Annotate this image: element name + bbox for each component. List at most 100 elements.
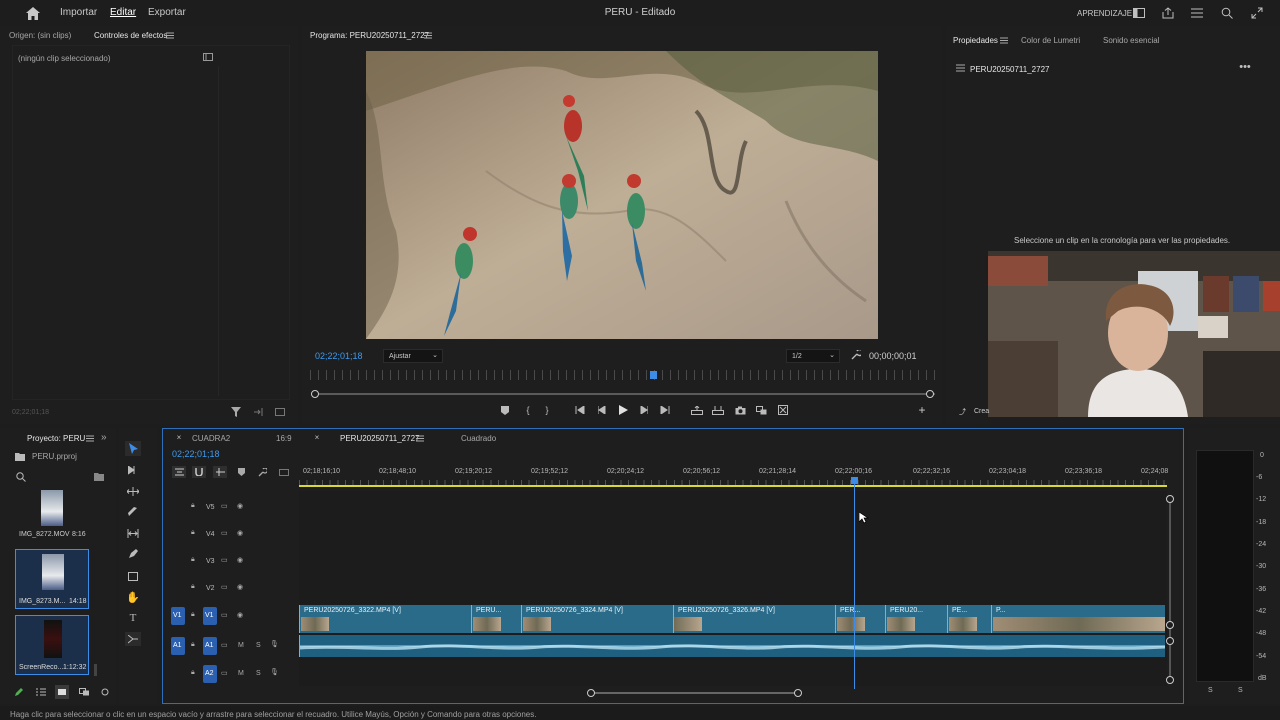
project-search-icon[interactable] [15, 471, 27, 483]
sequence-menu-icon[interactable] [415, 433, 425, 443]
horizontal-scrollbar[interactable] [591, 692, 799, 694]
add-marker-icon[interactable] [236, 467, 246, 477]
eye-icon[interactable]: ◉ [237, 556, 243, 564]
more-panels-icon[interactable]: » [101, 432, 107, 443]
tab-properties[interactable]: Propiedades [953, 36, 998, 45]
project-item-1[interactable]: IMG_8273.M... 14:18 [15, 549, 89, 609]
settings-icon[interactable] [776, 404, 790, 416]
clip-3322[interactable]: PERU20250726_3322.MP4 [V] [299, 605, 471, 633]
clip-3326[interactable]: PERU20250726_3326.MP4 [V] [673, 605, 835, 633]
hscroll-handle-left[interactable] [587, 689, 595, 697]
sync-icon[interactable]: ▭ [221, 556, 228, 564]
hand-tool-icon[interactable]: ✋ [125, 590, 141, 604]
video-frame[interactable] [366, 51, 878, 339]
timeline-playhead[interactable] [854, 479, 855, 689]
sync-icon[interactable]: ▭ [221, 611, 228, 619]
microphone-icon[interactable]: 🎙︎ [270, 640, 279, 648]
nest-icon[interactable] [172, 466, 186, 478]
wrench-icon[interactable] [850, 349, 862, 361]
panel-layout-icon[interactable] [1132, 6, 1146, 20]
tab-active-sequence[interactable]: PERU20250711_2727 [340, 434, 419, 443]
filter-icon[interactable] [230, 406, 242, 418]
clip-peru-short[interactable]: PERU... [471, 605, 521, 633]
sync-icon[interactable]: ▭ [221, 669, 228, 677]
eye-icon[interactable]: ◉ [237, 583, 243, 591]
zoom-handle-right[interactable] [926, 390, 934, 398]
project-scrollbar[interactable] [94, 664, 97, 676]
meter-solo-left[interactable]: S [1208, 687, 1213, 694]
timeline-timecode[interactable]: 02;22;01;18 [172, 449, 220, 459]
tab-source[interactable]: Origen: (sin clips) [9, 31, 71, 40]
eye-icon[interactable]: ◉ [237, 611, 243, 619]
lock-icon[interactable]: 🔒︎ [191, 529, 195, 537]
pen-tool-icon[interactable] [125, 547, 141, 561]
solo-button[interactable]: S [256, 642, 261, 649]
zoom-slider-icon[interactable] [99, 686, 111, 698]
project-item-2[interactable]: ScreenReco... 1:12:32 [15, 615, 89, 675]
vscroll-handle-mid1[interactable] [1166, 621, 1174, 629]
clip-p[interactable]: P... [991, 605, 1165, 633]
program-ruler[interactable] [310, 370, 936, 380]
tab-cuadra2[interactable]: CUADRA2 [192, 434, 230, 443]
track-select-tool-icon[interactable] [125, 463, 141, 477]
source-patch-v1[interactable]: V1 [171, 607, 185, 625]
properties-menu-icon[interactable] [999, 35, 1009, 45]
slip-tool-icon[interactable] [125, 526, 141, 540]
lock-icon[interactable]: 🔒︎ [191, 611, 195, 619]
source-patch-a1[interactable]: A1 [171, 637, 185, 655]
linked-selection-icon[interactable] [213, 466, 227, 478]
track-target-a1[interactable]: A1 [203, 637, 217, 655]
lock-icon[interactable]: 🔒︎ [191, 669, 195, 677]
extract-icon[interactable] [711, 404, 725, 416]
expand-icon[interactable] [1250, 6, 1264, 20]
sync-icon[interactable]: ▭ [221, 641, 228, 649]
program-timecode[interactable]: 02;22;01;18 [315, 351, 363, 361]
workspace-label[interactable]: APRENDIZAJE [1077, 9, 1132, 18]
eye-icon[interactable]: ◉ [237, 529, 243, 537]
work-area-bar[interactable] [299, 485, 1167, 487]
timeline-settings-icon[interactable] [257, 467, 267, 477]
rectangle-tool-icon[interactable] [125, 569, 141, 583]
project-tab[interactable]: Proyecto: PERU [27, 434, 85, 443]
project-item-0[interactable]: IMG_8272.MOV 8:16 [15, 488, 89, 544]
hscroll-handle-right[interactable] [794, 689, 802, 697]
go-to-in-icon[interactable] [574, 404, 586, 416]
tab-lumetri[interactable]: Color de Lumetri [1021, 36, 1080, 45]
close-active-tab-icon[interactable]: × [313, 433, 321, 442]
return-icon[interactable] [274, 406, 286, 418]
razor-tool-icon[interactable] [125, 505, 141, 519]
vertical-scrollbar[interactable] [1169, 499, 1171, 679]
mute-button[interactable]: M [238, 670, 244, 677]
mute-button[interactable]: M [238, 642, 244, 649]
track-target-v1[interactable]: V1 [203, 607, 217, 625]
tab-essential-sound[interactable]: Sonido esencial [1103, 36, 1159, 45]
tab-cuadrado[interactable]: Cuadrado [461, 434, 496, 443]
timeline-playhead-handle[interactable] [851, 477, 858, 484]
mark-out-icon[interactable]: } [542, 404, 552, 416]
ripple-edit-tool-icon[interactable] [125, 484, 141, 498]
toggle-timeline-icon[interactable] [202, 52, 214, 62]
sync-icon[interactable]: ▭ [221, 583, 228, 591]
compare-icon[interactable] [754, 404, 768, 416]
type-tool-icon[interactable]: T [125, 611, 141, 625]
vscroll-handle-mid2[interactable] [1166, 637, 1174, 645]
marker-icon[interactable] [499, 404, 511, 416]
search-icon[interactable] [1220, 6, 1234, 20]
selection-tool-icon[interactable] [125, 441, 141, 456]
timeline-ruler[interactable]: 02;18;16;10 02;18;48;10 02;19;20;12 02;1… [299, 463, 1168, 489]
sync-icon[interactable]: ▭ [221, 529, 228, 537]
icon-view-icon[interactable] [55, 685, 69, 699]
fit-dropdown[interactable]: Ajustar ⌄ [383, 349, 443, 363]
transcribe-tool-icon[interactable] [125, 632, 141, 646]
project-menu-icon[interactable] [85, 433, 95, 443]
program-playhead[interactable] [650, 371, 657, 379]
meter-solo-right[interactable]: S [1238, 687, 1243, 694]
menu-lines-icon[interactable] [1190, 6, 1204, 20]
step-forward-icon[interactable] [638, 404, 650, 416]
close-tab-icon[interactable]: × [175, 433, 183, 442]
lock-icon[interactable]: 🔒︎ [191, 641, 195, 649]
audio-clip-a1[interactable] [299, 635, 1165, 657]
vscroll-handle-top[interactable] [1166, 495, 1174, 503]
tab-16-9[interactable]: 16:9 [276, 434, 292, 443]
program-menu-icon[interactable] [423, 30, 433, 40]
